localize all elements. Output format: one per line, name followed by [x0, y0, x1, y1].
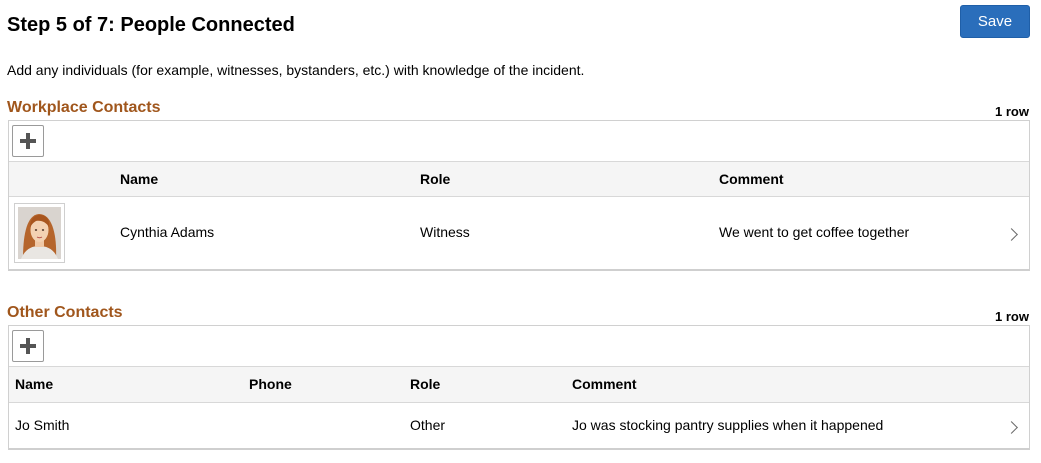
contact-role: Witness [420, 224, 470, 240]
workplace-contacts-grid: Name Role Comment Cynthia Adams Witness … [8, 120, 1030, 271]
other-contacts-grid: Name Phone Role Comment Jo Smith Other J… [8, 325, 1030, 450]
instructions-text: Add any individuals (for example, witnes… [7, 62, 585, 78]
workplace-contacts-title: Workplace Contacts [7, 99, 161, 116]
column-header-role: Role [410, 376, 441, 392]
contact-name: Jo Smith [15, 417, 70, 433]
contact-role: Other [410, 417, 446, 433]
column-header-comment: Comment [572, 376, 637, 392]
plus-icon [20, 133, 36, 149]
page-title: Step 5 of 7: People Connected [7, 14, 295, 36]
contact-comment: Jo was stocking pantry supplies when it … [572, 417, 884, 433]
add-workplace-contact-button[interactable] [12, 125, 44, 157]
other-contacts-title: Other Contacts [7, 304, 123, 321]
contact-name: Cynthia Adams [120, 224, 215, 240]
save-button[interactable]: Save [960, 5, 1030, 38]
table-row[interactable]: Jo Smith Other Jo was stocking pantry su… [9, 403, 1029, 449]
column-header-comment: Comment [719, 171, 784, 187]
table-row[interactable]: Cynthia Adams Witness We went to get cof… [9, 197, 1029, 271]
other-contacts-header: Name Phone Role Comment [9, 367, 1029, 403]
avatar [14, 203, 65, 263]
contact-comment: We went to get coffee together [719, 224, 910, 240]
column-header-role: Role [420, 171, 451, 187]
person-photo [18, 207, 61, 259]
other-contacts-row-count: 1 row [995, 309, 1029, 324]
other-contacts-toolbar [9, 326, 1029, 367]
chevron-right-icon[interactable] [1005, 228, 1018, 241]
column-header-name: Name [15, 376, 54, 392]
workplace-contacts-row-count: 1 row [995, 104, 1029, 119]
chevron-right-icon[interactable] [1005, 421, 1018, 434]
column-header-name: Name [120, 171, 159, 187]
column-header-phone: Phone [249, 376, 292, 392]
workplace-contacts-header: Name Role Comment [9, 162, 1029, 197]
add-other-contact-button[interactable] [12, 330, 44, 362]
workplace-contacts-toolbar [9, 121, 1029, 162]
plus-icon [20, 338, 36, 354]
